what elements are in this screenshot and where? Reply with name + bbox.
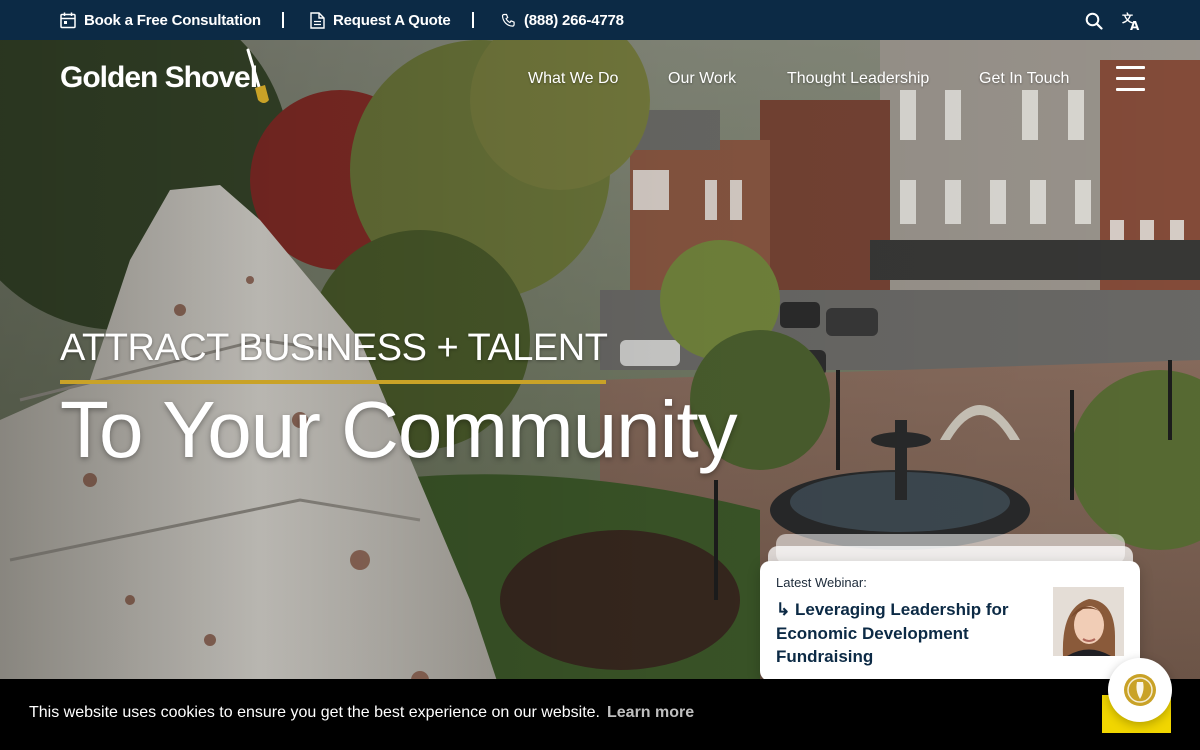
nav-what-we-do[interactable]: What We Do — [528, 70, 618, 88]
webinar-label: Latest Webinar: — [776, 575, 867, 590]
search-icon[interactable] — [1084, 11, 1104, 31]
hero-eyebrow: ATTRACT BUSINESS + TALENT — [60, 327, 608, 369]
cookie-learn-more-link[interactable]: Learn more — [607, 704, 694, 722]
phone-number: (888) 266-4778 — [524, 11, 624, 29]
phone-icon — [501, 13, 516, 28]
hamburger-menu-icon[interactable] — [1116, 66, 1145, 91]
request-quote-label: Request A Quote — [333, 11, 451, 29]
nav-thought-leadership[interactable]: Thought Leadership — [787, 70, 929, 88]
cookie-consent-bar: This website uses cookies to ensure you … — [0, 679, 1200, 750]
calendar-icon — [60, 12, 76, 29]
top-utility-bar: Book a Free Consultation Request A Quote… — [0, 0, 1200, 40]
divider — [282, 12, 284, 28]
shovel-icon — [246, 48, 269, 103]
nav-our-work[interactable]: Our Work — [668, 70, 736, 88]
phone-link[interactable]: (888) 266-4778 — [501, 0, 624, 40]
webinar-title-link[interactable]: ↳ Leveraging Leadership for Economic Dev… — [776, 598, 1036, 669]
translate-icon[interactable]: 文A — [1122, 11, 1142, 31]
request-quote-link[interactable]: Request A Quote — [310, 0, 451, 40]
webinar-title: Leveraging Leadership for Economic Devel… — [776, 600, 1009, 666]
hero-section: Golden Shovel What We Do Our Work Though… — [0, 40, 1200, 750]
latest-webinar-card[interactable]: Latest Webinar: ↳ Leveraging Leadership … — [760, 561, 1140, 681]
book-consultation-label: Book a Free Consultation — [84, 11, 261, 29]
accessibility-badge[interactable] — [1108, 658, 1172, 722]
speaker-photo — [1053, 587, 1124, 656]
hero-headline: To Your Community — [60, 385, 738, 474]
svg-text:A: A — [1130, 19, 1140, 31]
document-icon — [310, 11, 325, 29]
nav-get-in-touch[interactable]: Get In Touch — [979, 70, 1069, 88]
accessibility-icon — [1124, 674, 1156, 706]
logo-wordmark: Golden Shovel — [60, 61, 258, 94]
arrow-return-icon: ↳ — [776, 600, 791, 619]
cookie-message: This website uses cookies to ensure you … — [29, 704, 600, 721]
book-consultation-link[interactable]: Book a Free Consultation — [60, 0, 261, 40]
golden-shovel-logo[interactable]: Golden Shovel — [60, 48, 269, 108]
divider — [472, 12, 474, 28]
